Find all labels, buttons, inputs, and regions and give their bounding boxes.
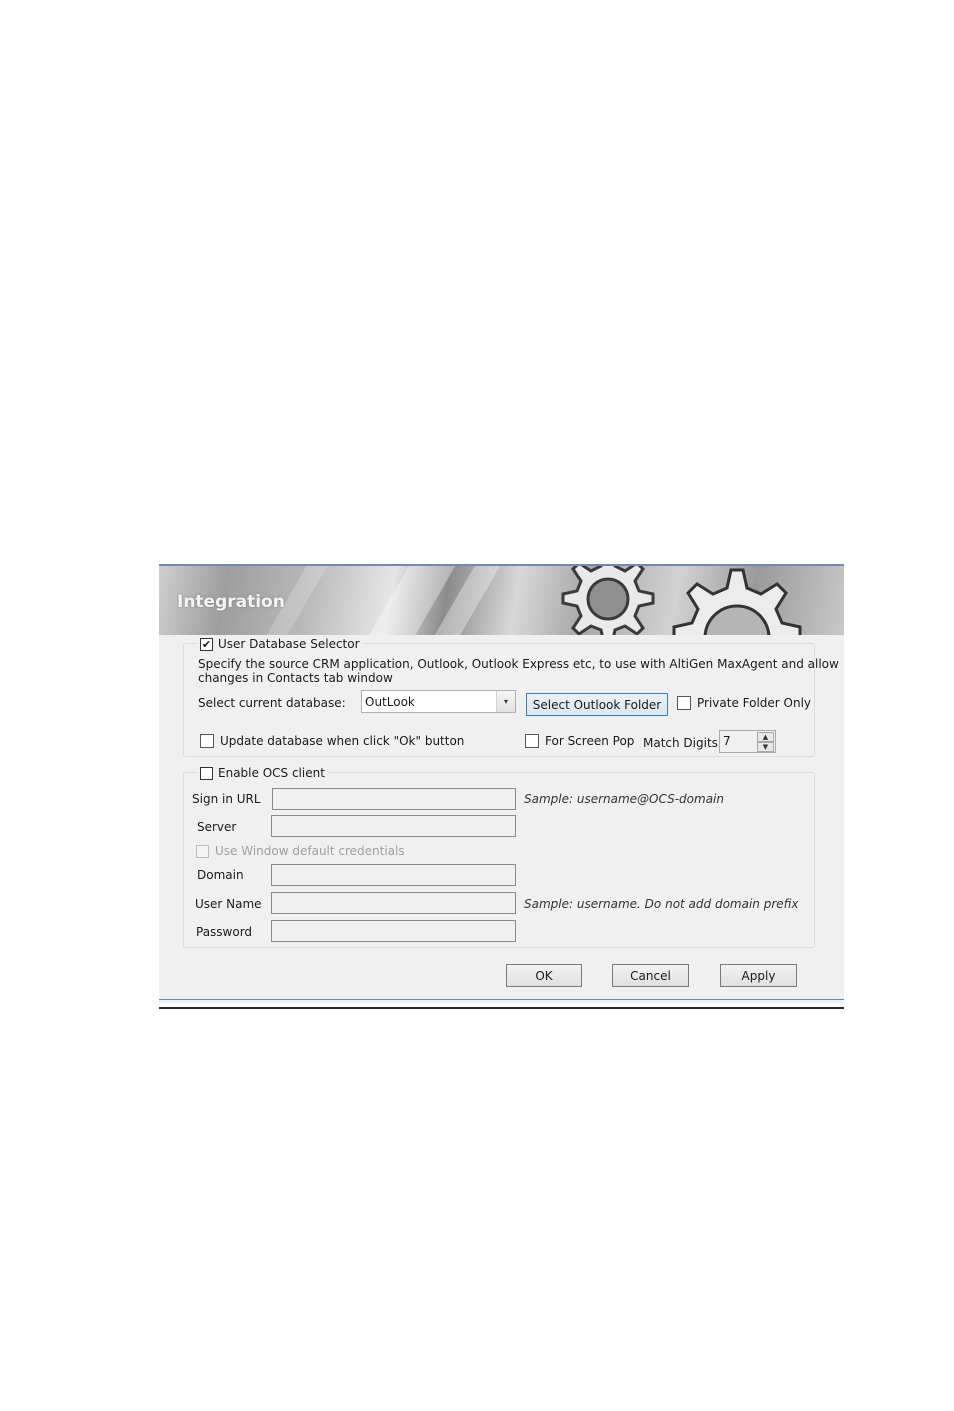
database-dropdown[interactable]: OutLook ▾ xyxy=(361,690,516,713)
server-input[interactable] xyxy=(271,815,516,837)
cancel-button[interactable]: Cancel xyxy=(612,964,689,987)
password-label: Password xyxy=(196,925,253,939)
username-hint: Sample: username. Do not add domain pref… xyxy=(524,897,799,911)
update-database-checkbox[interactable] xyxy=(200,734,214,748)
enable-ocs-checkbox[interactable] xyxy=(200,766,213,780)
username-input[interactable] xyxy=(271,892,516,914)
domain-label: Domain xyxy=(197,868,244,882)
use-default-credentials-option[interactable]: Use Window default credentials xyxy=(196,844,405,858)
user-database-legend: ✔ User Database Selector xyxy=(197,637,363,651)
private-folder-checkbox[interactable] xyxy=(677,696,691,710)
description-line-2: changes in Contacts tab window xyxy=(198,671,393,685)
sign-in-url-input[interactable] xyxy=(272,788,516,810)
match-digits-spinner[interactable]: 7 ▲ ▼ xyxy=(719,730,776,753)
select-outlook-folder-button[interactable]: Select Outlook Folder xyxy=(526,693,668,716)
page-divider xyxy=(159,1007,844,1009)
ocs-legend: Enable OCS client xyxy=(197,766,328,780)
user-database-checkbox[interactable]: ✔ xyxy=(200,637,213,651)
domain-input[interactable] xyxy=(271,864,516,886)
update-database-option[interactable]: Update database when click "Ok" button xyxy=(200,734,464,748)
screen-pop-option[interactable]: For Screen Pop xyxy=(525,734,634,748)
use-default-credentials-label: Use Window default credentials xyxy=(215,844,405,858)
apply-button[interactable]: Apply xyxy=(720,964,797,987)
sign-in-url-label: Sign in URL xyxy=(192,792,261,806)
sign-in-url-hint: Sample: username@OCS-domain xyxy=(524,792,724,806)
use-default-credentials-checkbox[interactable] xyxy=(196,844,209,858)
gear-icon xyxy=(561,566,655,635)
gear-icon xyxy=(672,568,802,635)
select-database-label: Select current database: xyxy=(198,696,346,710)
password-input[interactable] xyxy=(271,920,516,942)
dialog-title: Integration xyxy=(177,592,285,612)
spin-up-icon[interactable]: ▲ xyxy=(757,732,774,742)
dialog-bottom-border xyxy=(159,999,844,1000)
database-dropdown-value: OutLook xyxy=(365,695,415,709)
username-label: User Name xyxy=(195,897,262,911)
enable-ocs-label: Enable OCS client xyxy=(218,766,325,780)
integration-dialog: Integration ✔ User Database Selector Spe… xyxy=(159,564,844,1003)
private-folder-label: Private Folder Only xyxy=(697,696,812,710)
check-icon: ✔ xyxy=(201,637,212,651)
ok-button[interactable]: OK xyxy=(506,964,582,987)
screen-pop-label: For Screen Pop xyxy=(545,734,635,748)
user-database-label: User Database Selector xyxy=(218,637,360,651)
spin-down-icon[interactable]: ▼ xyxy=(757,742,774,752)
match-digits-label: Match Digits xyxy=(643,736,718,750)
server-label: Server xyxy=(197,820,237,834)
banner: Integration xyxy=(159,566,844,635)
chevron-down-icon[interactable]: ▾ xyxy=(496,691,515,712)
description-line-1: Specify the source CRM application, Outl… xyxy=(198,657,839,671)
update-database-label: Update database when click "Ok" button xyxy=(220,734,465,748)
screen-pop-checkbox[interactable] xyxy=(525,734,539,748)
match-digits-value: 7 xyxy=(723,734,731,748)
private-folder-option[interactable]: Private Folder Only xyxy=(677,696,811,710)
